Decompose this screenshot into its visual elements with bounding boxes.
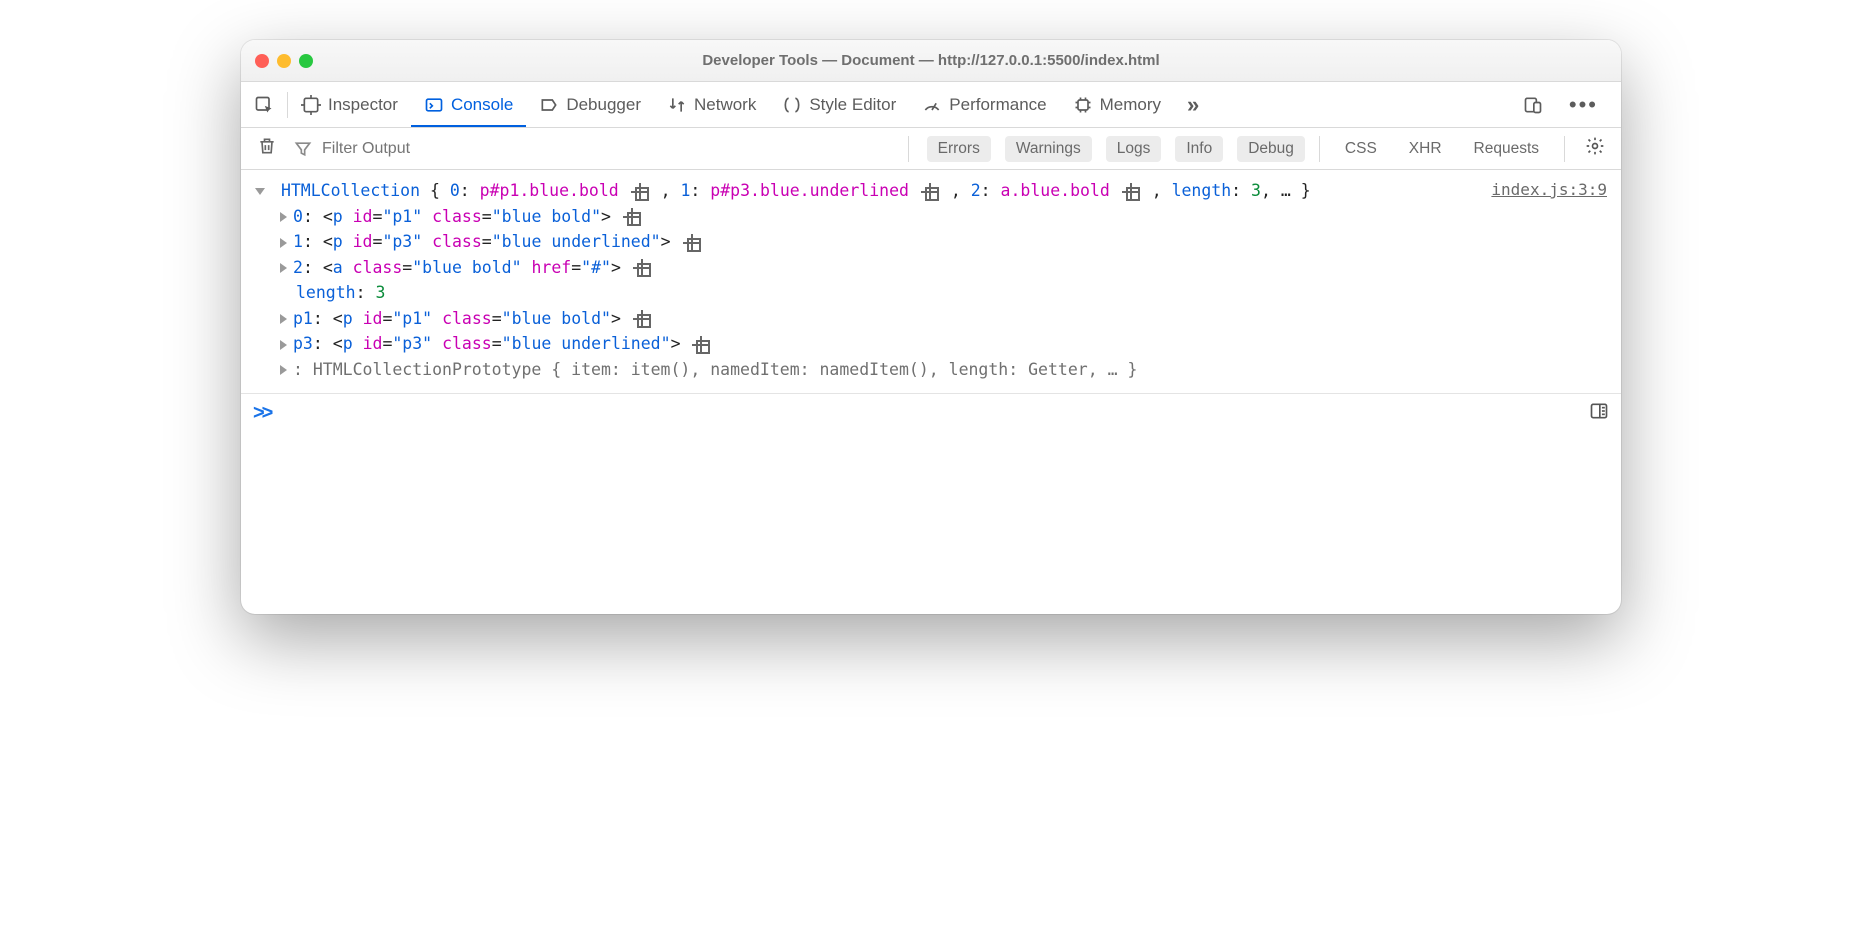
tab-console[interactable]: Console: [411, 82, 526, 127]
tab-styleeditor-label: Style Editor: [809, 95, 896, 115]
inspect-node-icon[interactable]: [634, 311, 650, 327]
filter-info[interactable]: Info: [1175, 136, 1223, 162]
expand-toggle[interactable]: [280, 238, 287, 248]
tab-debugger[interactable]: Debugger: [526, 82, 654, 127]
zoom-window-button[interactable]: [299, 54, 313, 68]
tab-performance[interactable]: Performance: [909, 82, 1059, 127]
tab-performance-label: Performance: [949, 95, 1046, 115]
editor-toggle-button[interactable]: [1589, 401, 1609, 426]
tree-row[interactable]: 0: <p id="p1" class="blue bold">: [280, 204, 1607, 230]
tab-console-label: Console: [451, 95, 513, 115]
tree-row[interactable]: p1: <p id="p1" class="blue bold">: [280, 306, 1607, 332]
tab-inspector-label: Inspector: [328, 95, 398, 115]
expand-toggle[interactable]: [280, 365, 287, 375]
tab-debugger-label: Debugger: [566, 95, 641, 115]
console-settings-button[interactable]: [1579, 136, 1611, 161]
close-window-button[interactable]: [255, 54, 269, 68]
tree-row: length: 3: [280, 280, 1607, 306]
filter-input[interactable]: [320, 139, 531, 159]
inspect-node-icon[interactable]: [634, 260, 650, 276]
inspect-node-icon[interactable]: [684, 235, 700, 251]
inspect-node-icon[interactable]: [922, 184, 938, 200]
filter-output[interactable]: [293, 139, 531, 159]
console-output: HTMLCollection { 0: p#p1.blue.bold , 1: …: [241, 170, 1621, 394]
inspect-node-icon[interactable]: [693, 337, 709, 353]
filter-warnings[interactable]: Warnings: [1005, 136, 1092, 162]
tab-network-label: Network: [694, 95, 756, 115]
console-input-row[interactable]: >>: [241, 394, 1621, 434]
tab-styleeditor[interactable]: Style Editor: [769, 82, 909, 127]
log-entry: HTMLCollection { 0: p#p1.blue.bold , 1: …: [255, 178, 1607, 204]
console-toolbar: Errors Warnings Logs Info Debug CSS XHR …: [241, 128, 1621, 170]
inspect-node-icon[interactable]: [624, 209, 640, 225]
source-link[interactable]: index.js:3:9: [1491, 178, 1607, 203]
filter-css[interactable]: CSS: [1334, 136, 1388, 162]
expand-toggle[interactable]: [280, 314, 287, 324]
tab-memory[interactable]: Memory: [1060, 82, 1174, 127]
clear-console-button[interactable]: [251, 136, 283, 161]
expand-toggle[interactable]: [280, 212, 287, 222]
filter-requests[interactable]: Requests: [1463, 136, 1550, 162]
inspect-node-icon[interactable]: [632, 184, 648, 200]
filter-errors[interactable]: Errors: [927, 136, 991, 162]
expand-toggle[interactable]: [280, 263, 287, 273]
pick-element-button[interactable]: [241, 82, 287, 127]
kebab-menu-button[interactable]: •••: [1556, 82, 1611, 127]
minimize-window-button[interactable]: [277, 54, 291, 68]
filter-logs[interactable]: Logs: [1106, 136, 1162, 162]
tree-row[interactable]: p3: <p id="p3" class="blue underlined">: [280, 331, 1607, 357]
tab-network[interactable]: Network: [654, 82, 769, 127]
expand-toggle[interactable]: [255, 188, 265, 195]
window-title: Developer Tools — Document — http://127.…: [241, 52, 1621, 69]
tree-row[interactable]: 2: <a class="blue bold" href="#">: [280, 255, 1607, 281]
responsive-mode-button[interactable]: [1510, 82, 1556, 127]
panel-tabs: Inspector Console Debugger Network Style…: [241, 82, 1621, 128]
tree-row[interactable]: : HTMLCollectionPrototype { item: item()…: [280, 357, 1607, 383]
more-tabs-button[interactable]: »: [1174, 82, 1209, 127]
titlebar: Developer Tools — Document — http://127.…: [241, 40, 1621, 82]
tab-inspector[interactable]: Inspector: [288, 82, 411, 127]
devtools-window: Developer Tools — Document — http://127.…: [241, 40, 1621, 614]
tree-row[interactable]: 1: <p id="p3" class="blue underlined">: [280, 229, 1607, 255]
filter-debug[interactable]: Debug: [1237, 136, 1305, 162]
expand-toggle[interactable]: [280, 340, 287, 350]
tab-memory-label: Memory: [1100, 95, 1161, 115]
console-prompt-icon: >>: [253, 402, 270, 425]
filter-xhr[interactable]: XHR: [1398, 136, 1453, 162]
traffic-lights: [255, 54, 313, 68]
inspect-node-icon[interactable]: [1123, 184, 1139, 200]
